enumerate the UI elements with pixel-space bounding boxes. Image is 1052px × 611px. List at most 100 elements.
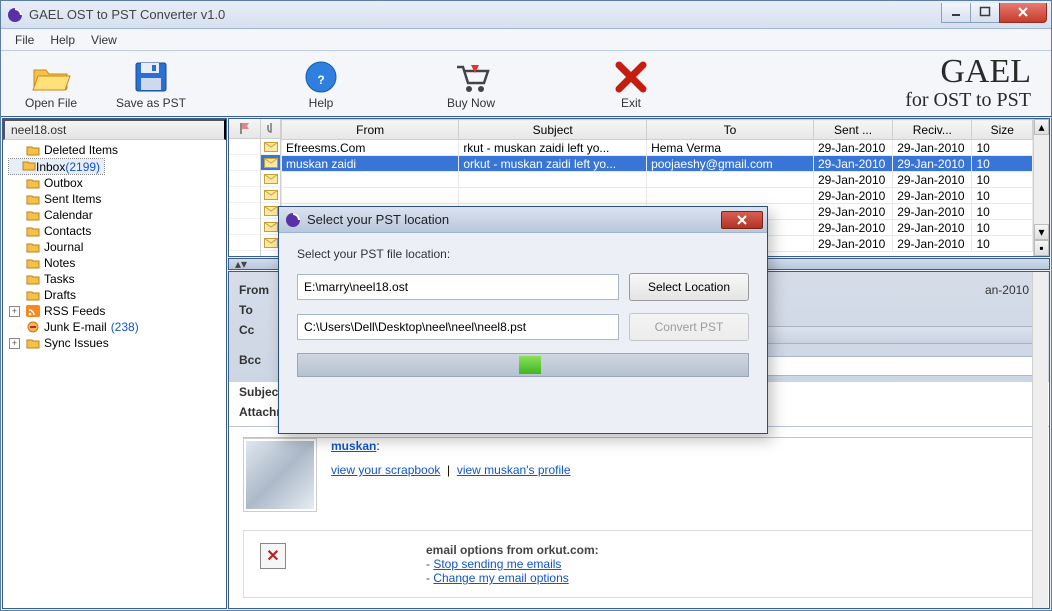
sidebar-item-drafts[interactable]: Drafts [9,287,226,303]
mail-body: muskan: view your scrapbook | view muska… [331,438,571,477]
sidebar-item-rss-feeds[interactable]: +RSS Feeds [9,303,226,319]
col-from[interactable]: From [282,120,459,140]
detail-scrollbar[interactable] [1032,272,1048,608]
tree-label: Journal [44,240,83,254]
col-reciv-[interactable]: Reciv... [893,120,972,140]
save-as-pst-label: Save as PST [101,96,201,110]
profile-link[interactable]: view muskan's profile [457,463,571,477]
help-button[interactable]: ? Help [271,58,371,110]
dialog-titlebar[interactable]: Select your PST location [279,207,767,233]
sidebar-item-junk-e-mail[interactable]: Junk E-mail(238) [9,319,226,335]
tree-root[interactable]: neel18.ost [3,119,226,140]
dialog-close-button[interactable] [721,211,763,229]
folder-icon [26,321,40,333]
convert-pst-button[interactable]: Convert PST [629,313,749,341]
source-path-input[interactable] [297,274,619,300]
folder-icon [26,144,40,156]
open-file-button[interactable]: Open File [1,58,101,110]
toolbar: Open File Save as PST ? Help Buy Now Exi… [1,51,1051,117]
tree-count: (238) [111,320,139,334]
sidebar-item-journal[interactable]: Journal [9,239,226,255]
menubar: File Help View [1,29,1051,51]
sidebar-item-sync-issues[interactable]: + Sync Issues [9,335,226,351]
svg-text:?: ? [317,73,324,87]
close-button[interactable] [999,3,1047,23]
attachment-header-icon[interactable] [261,119,280,139]
dest-path-input[interactable] [297,314,619,340]
sidebar-item-outbox[interactable]: Outbox [9,175,226,191]
tree-label: Notes [44,256,75,270]
tree-label: Tasks [44,272,75,286]
table-row[interactable]: Efreesms.Comrkut - muskan zaidi left yo.… [282,140,1033,156]
expand-icon[interactable]: + [9,338,20,349]
question-icon: ? [271,58,371,96]
exit-button[interactable]: Exit [581,58,681,110]
col-subject[interactable]: Subject [459,120,647,140]
tree-label: Sent Items [44,192,101,206]
dialog-instruction: Select your PST file location: [297,247,749,261]
avatar [243,438,317,512]
change-options-link[interactable]: Change my email options [433,571,568,585]
expand-icon[interactable]: + [9,306,20,317]
sidebar-item-contacts[interactable]: Contacts [9,223,226,239]
pst-location-dialog[interactable]: Select your PST location Select your PST… [278,206,768,434]
open-file-label: Open File [1,96,101,110]
scroll-down-icon[interactable]: ▾ [1034,224,1049,240]
folder-icon [26,177,40,189]
sidebar-item-notes[interactable]: Notes [9,255,226,271]
save-as-pst-button[interactable]: Save as PST [101,58,201,110]
sender-link[interactable]: muskan [331,439,376,453]
folder-icon [26,289,40,301]
folder-open-icon [1,58,101,96]
menu-file[interactable]: File [7,30,42,50]
tree-label: Drafts [44,288,76,302]
col-sent-[interactable]: Sent ... [813,120,892,140]
email-options-title: email options from orkut.com: [426,543,599,557]
sidebar-item-tasks[interactable]: Tasks [9,271,226,287]
tree-label: Sync Issues [44,336,109,350]
folder-tree[interactable]: neel18.ost Deleted ItemsInbox(2199)Outbo… [2,118,227,609]
select-location-button[interactable]: Select Location [629,273,749,301]
flag-header-icon[interactable] [229,119,260,139]
folder-icon [26,273,40,285]
grid-scrollbar[interactable]: ▴ ▾ ▪ [1033,119,1049,256]
tree-label: Inbox [36,160,65,174]
dialog-icon [285,212,301,228]
sidebar-item-calendar[interactable]: Calendar [9,207,226,223]
titlebar[interactable]: GAEL OST to PST Converter v1.0 [1,1,1051,29]
folder-icon [26,305,40,317]
envelope-icon [261,171,280,187]
minimize-button[interactable] [941,3,971,23]
grid-icon-column [229,119,261,256]
tree-label: Deleted Items [44,143,118,157]
mail-date: an-2010 [985,283,1039,297]
menu-help[interactable]: Help [42,30,83,50]
stop-emails-link[interactable]: Stop sending me emails [433,557,561,571]
maximize-button[interactable] [970,3,1000,23]
sidebar-item-inbox[interactable]: Inbox(2199) [9,158,226,175]
col-to[interactable]: To [647,120,814,140]
menu-view[interactable]: View [83,30,125,50]
app-icon [7,7,23,23]
envelope-icon [261,139,280,155]
buy-now-button[interactable]: Buy Now [421,58,521,110]
scroll-up-icon[interactable]: ▴ [1034,119,1049,135]
progress-bar [297,353,749,377]
scroll-corner-icon[interactable]: ▪ [1034,240,1049,256]
col-size[interactable]: Size [972,120,1033,140]
sidebar-item-sent-items[interactable]: Sent Items [9,191,226,207]
folder-icon [26,337,40,349]
envelope-icon [261,187,280,203]
exit-label: Exit [581,96,681,110]
table-row[interactable]: 29-Jan-201029-Jan-201010 [282,172,1033,188]
table-row[interactable]: 29-Jan-201029-Jan-201010 [282,188,1033,204]
cart-icon [421,58,521,96]
cross-icon [581,58,681,96]
tree-label: Calendar [44,208,93,222]
help-label: Help [271,96,371,110]
scrapbook-link[interactable]: view your scrapbook [331,463,440,477]
window-controls [942,3,1047,23]
sidebar-item-deleted-items[interactable]: Deleted Items [9,142,226,158]
table-row[interactable]: muskan zaidiorkut - muskan zaidi left yo… [282,156,1033,172]
broken-image-icon: ✕ [260,543,286,569]
